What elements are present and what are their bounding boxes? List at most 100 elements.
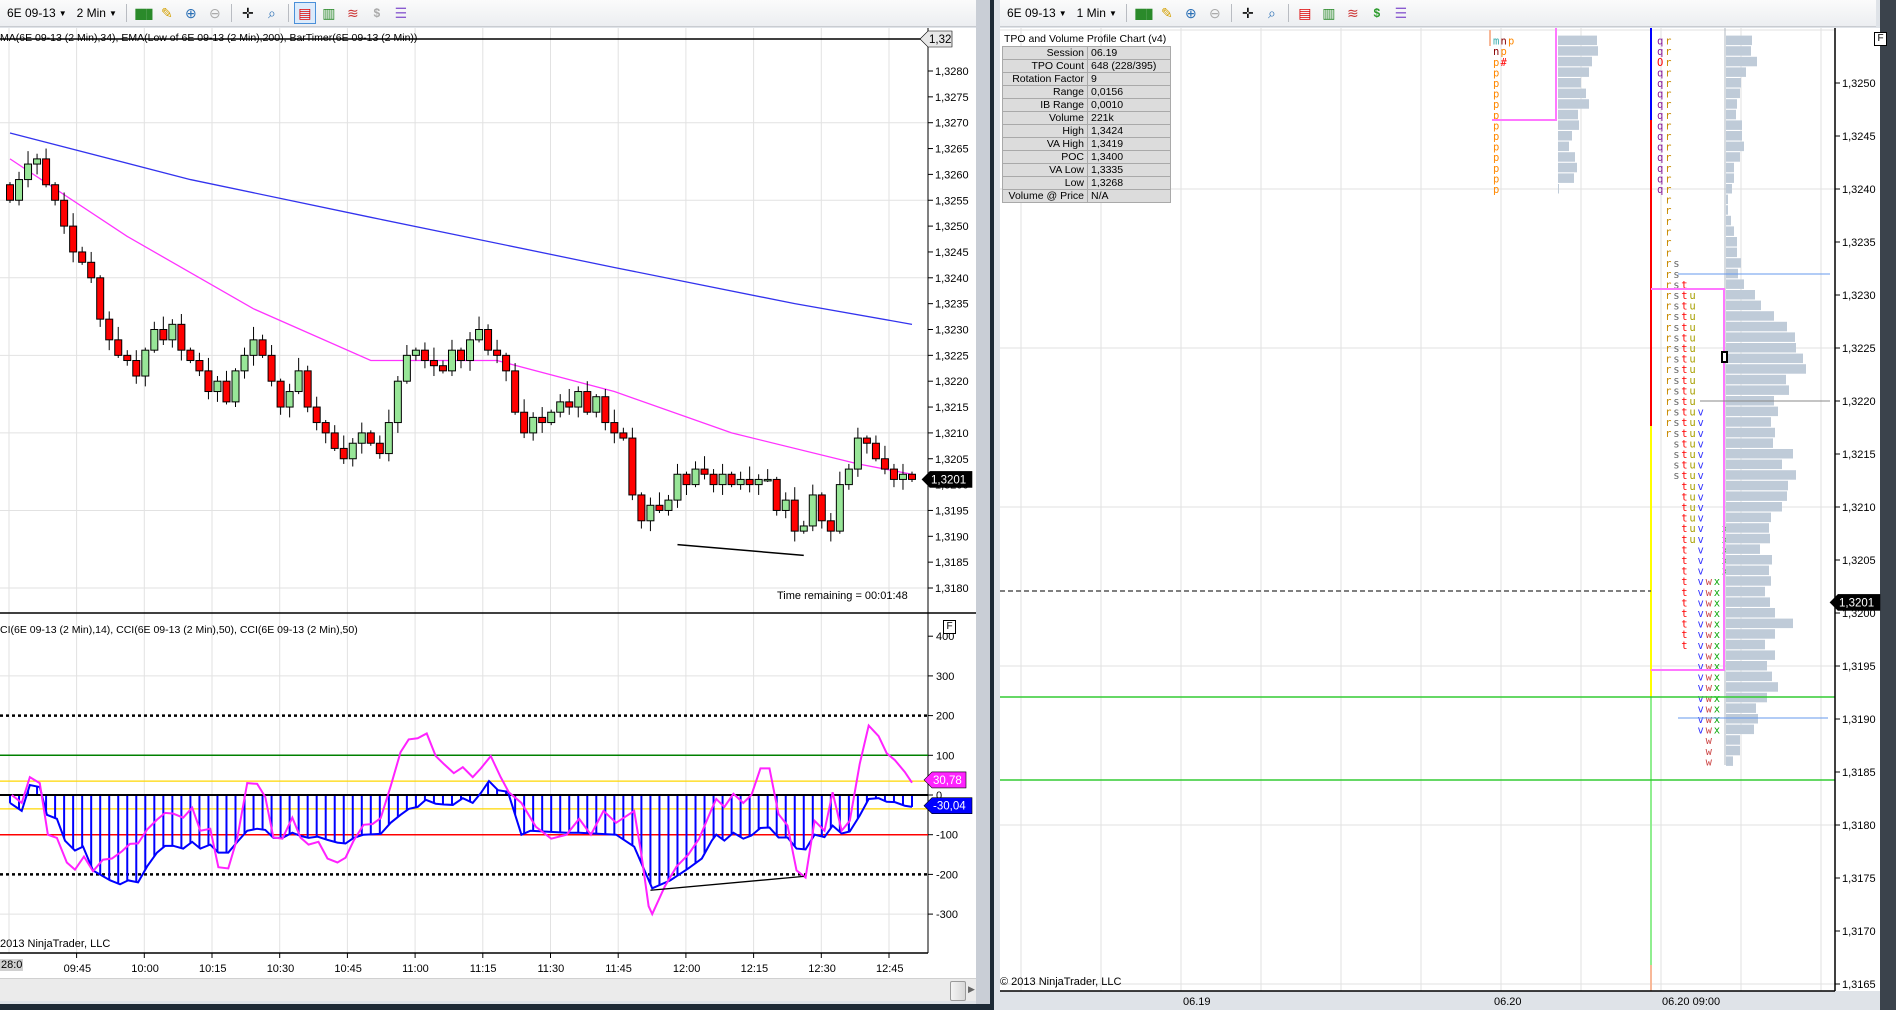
candle-body[interactable] (420, 349, 429, 362)
candle-body[interactable] (763, 478, 772, 482)
candle-body[interactable] (457, 349, 465, 362)
candle-body[interactable] (529, 416, 538, 434)
candle-body[interactable] (186, 349, 195, 362)
candle-body[interactable] (664, 499, 673, 511)
candle-body[interactable] (682, 473, 691, 486)
candle-body[interactable] (556, 401, 565, 413)
chart-canvas[interactable]: 09:45 10:00 10:15 10:30 10:45 11:00 11:15 11:30… (0, 0, 1896, 1010)
candle-body[interactable] (619, 432, 628, 439)
candle-body[interactable] (411, 349, 420, 356)
candle-body[interactable] (258, 339, 267, 356)
candle-body[interactable] (285, 391, 294, 408)
candle-body[interactable] (429, 360, 438, 367)
candle-body[interactable] (294, 370, 303, 393)
candle-body[interactable] (6, 184, 14, 201)
candle-body[interactable] (402, 354, 411, 382)
candle-body[interactable] (484, 329, 493, 351)
candle-body[interactable] (447, 349, 456, 372)
candle-body[interactable] (51, 184, 60, 201)
candle-body[interactable] (87, 261, 96, 279)
candle-body[interactable] (330, 432, 339, 449)
candle-body[interactable] (249, 339, 258, 356)
candle-body[interactable] (790, 499, 799, 532)
candle-body[interactable] (42, 158, 51, 186)
candle-body[interactable] (60, 199, 69, 227)
candle-body[interactable] (222, 380, 231, 403)
candle-body[interactable] (339, 447, 348, 460)
candle-body[interactable] (601, 396, 610, 424)
candle-body[interactable] (538, 416, 547, 424)
candle-body[interactable] (727, 473, 736, 486)
candle-body[interactable] (312, 406, 321, 424)
candle-body[interactable] (78, 251, 87, 263)
candle-body[interactable] (150, 329, 159, 351)
candle-body[interactable] (393, 380, 402, 424)
candle-body[interactable] (114, 339, 123, 356)
candle-body[interactable] (195, 360, 204, 372)
candle-body[interactable] (357, 432, 366, 444)
candle-body[interactable] (15, 179, 24, 201)
candle-body[interactable] (96, 277, 105, 320)
candle-body[interactable] (628, 437, 637, 496)
candle-body[interactable] (168, 323, 177, 341)
candle-body[interactable] (511, 370, 520, 413)
candle-body[interactable] (466, 339, 475, 362)
candle-body[interactable] (384, 422, 393, 455)
candle-body[interactable] (159, 329, 168, 341)
candle-body[interactable] (691, 468, 700, 486)
candle-body[interactable] (799, 525, 808, 532)
candle-body[interactable] (141, 349, 150, 377)
candle-body[interactable] (871, 442, 880, 460)
candle-body[interactable] (826, 520, 835, 532)
left-chart[interactable]: 09:45 10:00 10:15 10:30 10:45 11:00 11:15 11:30… (0, 0, 990, 1004)
candle-body[interactable] (853, 437, 862, 470)
cci-panel-f-button[interactable]: F (943, 620, 956, 634)
candle-body[interactable] (772, 478, 781, 511)
candle-body[interactable] (880, 458, 889, 470)
candle-body[interactable] (321, 422, 330, 434)
candle-body[interactable] (655, 504, 664, 511)
candle-body[interactable] (583, 391, 592, 413)
candle-body[interactable] (817, 494, 826, 522)
candle-body[interactable] (862, 437, 871, 444)
candle-body[interactable] (520, 411, 529, 434)
candle-body[interactable] (366, 432, 375, 444)
candle-body[interactable] (844, 468, 853, 486)
candle-body[interactable] (754, 478, 763, 486)
candle-body[interactable] (177, 323, 186, 351)
candle-body[interactable] (33, 158, 42, 165)
candle-body[interactable] (547, 411, 556, 424)
candle-body[interactable] (276, 380, 285, 408)
candle-body[interactable] (303, 370, 312, 408)
candle-body[interactable] (898, 473, 907, 480)
candle-body[interactable] (781, 499, 790, 511)
candle-body[interactable] (348, 442, 357, 460)
candle-body[interactable] (700, 468, 709, 475)
candle-body[interactable] (889, 468, 898, 480)
candle-body[interactable] (105, 318, 114, 341)
candle-body[interactable] (204, 370, 213, 393)
candle-body[interactable] (565, 401, 574, 408)
candle-body[interactable] (213, 380, 222, 393)
candle-body[interactable] (231, 370, 240, 403)
candle-body[interactable] (646, 504, 655, 522)
right-panel-f-button[interactable]: F (1874, 32, 1887, 46)
candle-body[interactable] (132, 360, 141, 377)
candle-body[interactable] (574, 391, 583, 408)
candle-body[interactable] (69, 225, 78, 253)
candle-body[interactable] (375, 442, 384, 455)
candle-body[interactable] (123, 354, 132, 362)
candle-body[interactable] (908, 473, 916, 480)
candle-body[interactable] (637, 494, 646, 522)
candle-body[interactable] (835, 484, 844, 532)
candle-body[interactable] (709, 473, 718, 486)
candle-body[interactable] (610, 422, 619, 434)
candle-body[interactable] (240, 354, 249, 372)
poc-marker[interactable] (1721, 351, 1728, 363)
candle-body[interactable] (475, 329, 484, 341)
candle-body[interactable] (502, 354, 511, 372)
candle-body[interactable] (736, 478, 745, 486)
candle-body[interactable] (718, 473, 727, 486)
candle-body[interactable] (808, 494, 817, 527)
candle-body[interactable] (438, 365, 447, 372)
